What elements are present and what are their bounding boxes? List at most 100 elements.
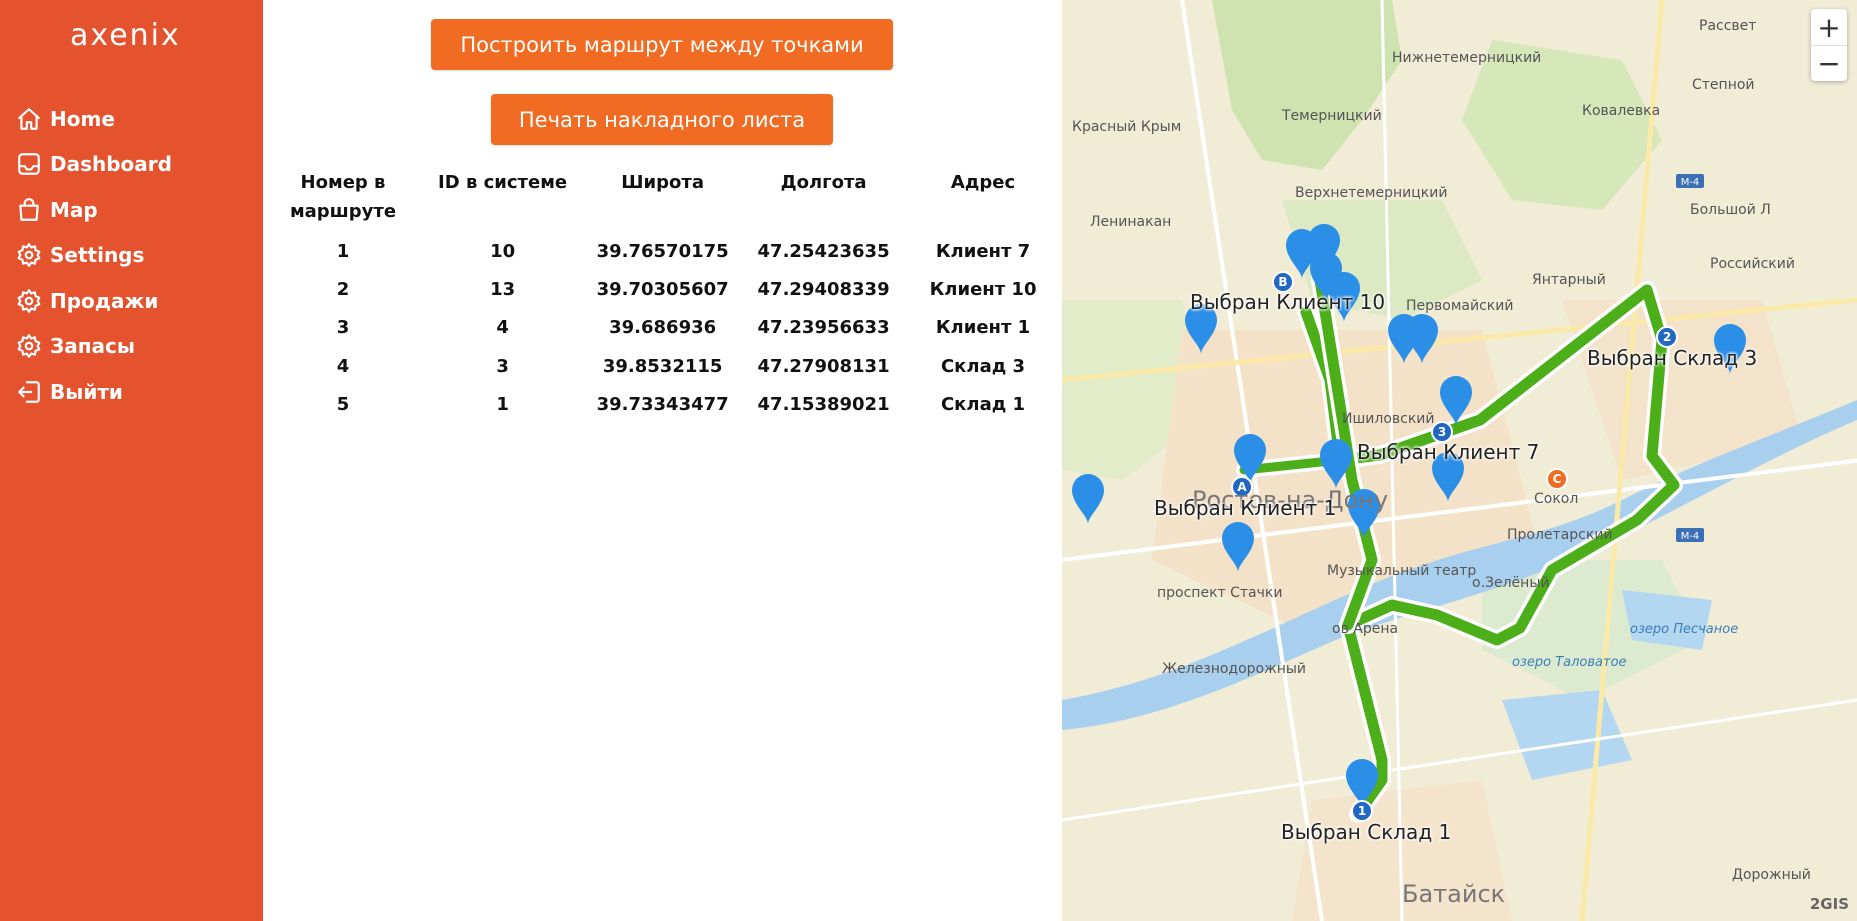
cell-system-id: 4 [496, 317, 509, 339]
highway-label: М-4 [1681, 531, 1700, 542]
place-label: Рассвет [1699, 18, 1757, 34]
column-header-address: Адрес [950, 172, 1016, 193]
sidebar-item-label: Dashboard [50, 152, 172, 177]
route-map[interactable]: A B C 1 2 3 М-4 М-4 Рассвет Степной Боль… [1062, 0, 1857, 921]
marker-2-label: 2 [1663, 330, 1671, 344]
table-row: 2 13 39.70305607 47.29408339 Клиент 10 [263, 270, 1062, 308]
marker-2[interactable]: 2 [1656, 326, 1678, 348]
cell-system-id: 1 [496, 394, 509, 416]
sidebar-item-stock[interactable]: Запасы [16, 324, 172, 370]
sidebar-item-label: Выйти [50, 379, 123, 404]
marker-b[interactable]: B [1272, 271, 1294, 293]
selected-point-label: Выбран Склад 1 [1281, 820, 1452, 844]
cell-latitude: 39.70305607 [596, 279, 729, 301]
sidebar-item-map[interactable]: Map [16, 187, 172, 233]
marker-c[interactable]: C [1546, 468, 1568, 490]
sidebar-item-label: Home [50, 106, 115, 131]
marker-1-label: 1 [1358, 804, 1366, 818]
column-header-longitude: Долгота [780, 172, 867, 193]
cell-longitude: 47.23956633 [757, 317, 890, 339]
place-label: Темерницкий [1282, 108, 1382, 124]
place-label: Красный Крым [1072, 119, 1182, 135]
zoom-in-button[interactable]: + [1811, 9, 1847, 45]
route-table: Номер в маршруте ID в системе Широта Дол… [263, 168, 1062, 424]
cell-route-number: 5 [336, 394, 350, 416]
zoom-out-button[interactable]: − [1811, 45, 1847, 81]
logout-icon [18, 380, 40, 403]
city-label: Батайск [1402, 880, 1506, 908]
place-label: Большой Л [1690, 202, 1771, 218]
place-label: Первомайский [1406, 298, 1514, 314]
table-row: 3 4 39.686936 47.23956633 Клиент 1 [263, 309, 1062, 347]
marker-c-label: C [1553, 472, 1562, 486]
sidebar-item-logout[interactable]: Выйти [16, 369, 172, 415]
column-header-route-number: Номер в маршруте [289, 172, 397, 222]
place-label: Верхнетемерницкий [1295, 185, 1448, 201]
cell-address: Клиент 10 [929, 279, 1037, 301]
selected-point-label: Выбран Клиент 7 [1357, 440, 1540, 464]
lake-label: озеро Песчаное [1630, 622, 1739, 637]
table-header-row: Номер в маршруте ID в системе Широта Дол… [263, 168, 1062, 232]
place-label: Российский [1710, 256, 1795, 272]
table-row: 4 3 39.8532115 47.27908131 Склад 3 [263, 347, 1062, 385]
sidebar-item-dashboard[interactable]: Dashboard [16, 142, 172, 188]
table-row: 5 1 39.73343477 47.15389021 Склад 1 [263, 386, 1062, 424]
cell-system-id: 10 [490, 240, 516, 262]
column-header-system-id: ID в системе [438, 172, 568, 193]
place-label: о.Зелёный [1472, 575, 1550, 591]
highway-badge: М-4 [1676, 528, 1704, 542]
lake [1502, 690, 1632, 780]
place-label: Нижнетемерницкий [1392, 50, 1542, 66]
sidebar-item-label: Продажи [50, 288, 159, 313]
sidebar-item-home[interactable]: Home [16, 96, 172, 142]
sidebar-item-label: Запасы [50, 334, 135, 359]
map-provider-logo[interactable]: 2GIS [1810, 895, 1849, 913]
marker-1[interactable]: 1 [1351, 800, 1373, 822]
sidebar-nav: Home Dashboard Map Settings Продажи Запа… [16, 96, 172, 415]
cell-longitude: 47.15389021 [757, 394, 890, 416]
sidebar: axenix Home Dashboard Map Settings Прода… [0, 0, 263, 921]
print-waybill-button[interactable]: Печать накладного листа [491, 94, 833, 145]
map-pin[interactable] [1072, 474, 1104, 524]
cell-route-number: 2 [336, 279, 350, 301]
app-root: axenix Home Dashboard Map Settings Прода… [0, 0, 1857, 921]
cell-latitude: 39.76570175 [596, 240, 729, 262]
place-label: Пролетарский [1507, 527, 1613, 543]
table-row: 1 10 39.76570175 47.25423635 Клиент 7 [263, 232, 1062, 270]
highway-badge: М-4 [1676, 174, 1704, 188]
column-header-latitude: Широта [621, 172, 704, 193]
place-label: Ковалевка [1582, 103, 1661, 119]
sidebar-item-settings[interactable]: Settings [16, 233, 172, 279]
marker-b-label: B [1278, 275, 1287, 289]
lake-label: озеро Таловатое [1512, 655, 1627, 670]
zoom-control: + − [1811, 9, 1847, 81]
place-label: Музыкальный театр [1327, 563, 1477, 579]
place-label: ов Арена [1332, 621, 1399, 637]
build-route-button[interactable]: Построить маршрут между точками [431, 19, 893, 70]
marker-3[interactable]: 3 [1431, 421, 1453, 443]
park-area [1212, 0, 1402, 170]
cell-route-number: 3 [336, 317, 350, 339]
cell-longitude: 47.29408339 [757, 279, 890, 301]
cell-address: Клиент 7 [935, 240, 1031, 262]
place-label: Дорожный [1732, 867, 1811, 883]
home-icon [18, 107, 40, 130]
place-label: Ленинакан [1090, 214, 1172, 230]
sidebar-item-sales[interactable]: Продажи [16, 278, 172, 324]
place-label: Ишиловский [1342, 411, 1435, 427]
cell-latitude: 39.686936 [609, 317, 717, 339]
bag-icon [19, 197, 39, 221]
cell-address: Склад 3 [940, 355, 1026, 377]
highway-label: М-4 [1681, 177, 1700, 188]
gear-icon [17, 243, 41, 268]
sidebar-item-label: Settings [50, 243, 145, 268]
cell-route-number: 4 [336, 355, 350, 377]
main-content: Построить маршрут между точками Печать н… [263, 0, 1062, 921]
marker-3-label: 3 [1438, 425, 1446, 439]
selected-point-label: Выбран Склад 3 [1587, 346, 1758, 370]
inbox-icon [18, 153, 40, 176]
gear-icon [17, 334, 41, 359]
place-label: Степной [1692, 77, 1755, 93]
app-logo[interactable]: axenix [70, 18, 181, 53]
gear-icon [17, 288, 41, 313]
